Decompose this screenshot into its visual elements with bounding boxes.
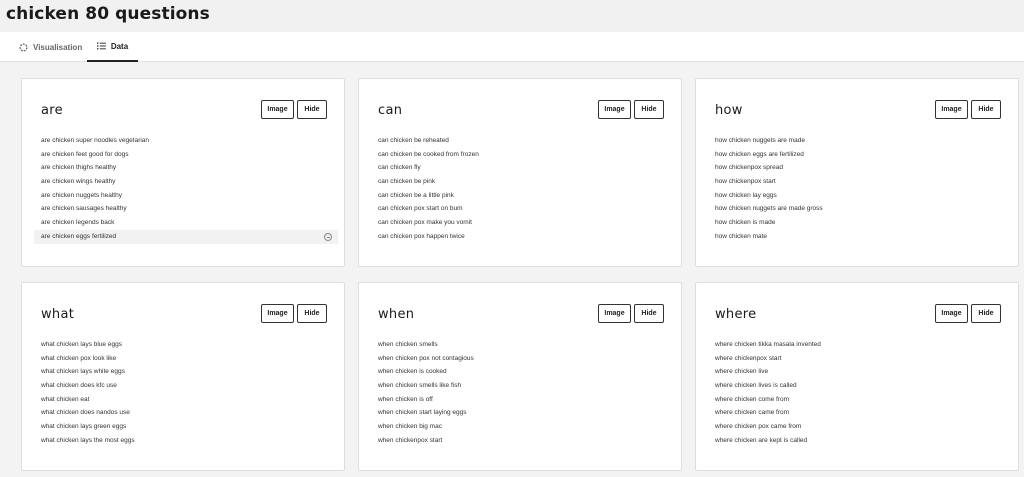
list-item[interactable]: when chicken smells [378, 338, 678, 352]
list-item[interactable]: where chicken tikka masala invented [715, 338, 1015, 352]
list-item[interactable]: can chicken be pink [378, 175, 678, 189]
list-item[interactable]: are chicken legends back [41, 216, 341, 230]
list-item[interactable]: how chicken mate [715, 230, 1015, 244]
list-item[interactable]: where chicken came from [715, 406, 1015, 420]
card-what: what Image Hide what chicken lays blue e… [21, 282, 345, 471]
list-item[interactable]: what chicken lays the most eggs [41, 434, 341, 448]
tab-visualisation-label: Visualisation [33, 42, 83, 52]
list-item-hovered[interactable]: are chicken eggs fertilized [34, 229, 338, 244]
list-item[interactable]: what chicken does kfc use [41, 379, 341, 393]
list-item[interactable]: are chicken sausages healthy [41, 202, 341, 216]
question-list: can chicken be reheated can chicken be c… [378, 134, 678, 244]
list-item[interactable]: when chicken pox not contagious [378, 352, 678, 366]
card-how: how Image Hide how chicken nuggets are m… [695, 78, 1019, 267]
hide-button[interactable]: Hide [297, 304, 327, 323]
question-list: are chicken super noodles vegetarian are… [34, 134, 341, 244]
loading-circle-icon [19, 42, 28, 52]
image-button[interactable]: Image [598, 304, 631, 323]
hide-button[interactable]: Hide [971, 304, 1001, 323]
list-item[interactable]: can chicken pox happen twice [378, 230, 678, 244]
card-are: are Image Hide are chicken super noodles… [21, 78, 345, 267]
list-item[interactable]: when chickenpox start [378, 434, 678, 448]
list-item[interactable]: how chicken nuggets are made gross [715, 202, 1015, 216]
list-item[interactable]: what chicken lays green eggs [41, 420, 341, 434]
page-title: chicken 80 questions [6, 4, 210, 24]
minus-circle-icon[interactable] [324, 232, 332, 241]
list-item[interactable]: what chicken lays blue eggs [41, 338, 341, 352]
list-item[interactable]: how chickenpox start [715, 175, 1015, 189]
list-item[interactable]: can chicken be cooked from frozen [378, 148, 678, 162]
list-item[interactable]: when chicken is off [378, 393, 678, 407]
image-button[interactable]: Image [935, 304, 968, 323]
list-item[interactable]: can chicken fly [378, 161, 678, 175]
hide-button[interactable]: Hide [971, 100, 1001, 119]
list-item[interactable]: where chicken come from [715, 393, 1015, 407]
card-title: where [715, 307, 757, 322]
card-title: can [378, 103, 403, 118]
list-item[interactable]: when chicken is cooked [378, 365, 678, 379]
tab-visualisation[interactable]: Visualisation [19, 32, 82, 62]
list-item[interactable]: what chicken lays white eggs [41, 365, 341, 379]
question-list: how chicken nuggets are made how chicken… [715, 134, 1015, 244]
list-item[interactable]: what chicken eat [41, 393, 341, 407]
list-item[interactable]: when chicken smells like fish [378, 379, 678, 393]
list-item[interactable]: are chicken super noodles vegetarian [41, 134, 341, 148]
tab-bar: Visualisation Data [0, 32, 1024, 62]
list-item[interactable]: where chickenpox start [715, 352, 1015, 366]
card-where: where Image Hide where chicken tikka mas… [695, 282, 1019, 471]
question-list: what chicken lays blue eggs what chicken… [41, 338, 341, 448]
list-item[interactable]: how chicken eggs are fertilized [715, 148, 1015, 162]
list-item[interactable]: can chicken pox start on bum [378, 202, 678, 216]
tab-data-label: Data [110, 41, 129, 51]
list-item[interactable]: when chicken big mac [378, 420, 678, 434]
list-item[interactable]: can chicken pox make you vomit [378, 216, 678, 230]
list-item[interactable]: can chicken be reheated [378, 134, 678, 148]
tab-data[interactable]: Data [87, 32, 138, 62]
list-item[interactable]: where chicken live [715, 365, 1015, 379]
hide-button[interactable]: Hide [297, 100, 327, 119]
card-title: how [715, 103, 743, 118]
card-can: can Image Hide can chicken be reheated c… [358, 78, 682, 267]
list-item[interactable]: where chicken pox came from [715, 420, 1015, 434]
image-button[interactable]: Image [261, 304, 294, 323]
list-item-label: are chicken eggs fertilized [41, 232, 117, 240]
list-item[interactable]: are chicken nuggets healthy [41, 189, 341, 203]
list-item[interactable]: what chicken pox look like [41, 352, 341, 366]
question-list: when chicken smells when chicken pox not… [378, 338, 678, 448]
list-item[interactable]: are chicken wings healthy [41, 175, 341, 189]
image-button[interactable]: Image [598, 100, 631, 119]
list-item[interactable]: how chicken lay eggs [715, 189, 1015, 203]
list-item[interactable]: are chicken feet good for dogs [41, 148, 341, 162]
image-button[interactable]: Image [261, 100, 294, 119]
list-item[interactable]: can chicken be a little pink [378, 189, 678, 203]
image-button[interactable]: Image [935, 100, 968, 119]
hide-button[interactable]: Hide [634, 304, 664, 323]
list-item[interactable]: what chicken does nandos use [41, 406, 341, 420]
list-icon [96, 42, 106, 50]
list-item[interactable]: where chicken lives is called [715, 379, 1015, 393]
card-when: when Image Hide when chicken smells when… [358, 282, 682, 471]
list-item[interactable]: how chickenpox spread [715, 161, 1015, 175]
card-title: are [41, 103, 63, 118]
card-title: when [378, 307, 415, 322]
list-item[interactable]: when chicken start laying eggs [378, 406, 678, 420]
hide-button[interactable]: Hide [634, 100, 664, 119]
list-item[interactable]: are chicken thighs healthy [41, 161, 341, 175]
list-item[interactable]: how chicken nuggets are made [715, 134, 1015, 148]
question-list: where chicken tikka masala invented wher… [715, 338, 1015, 448]
list-item[interactable]: where chicken are kept is called [715, 434, 1015, 448]
card-title: what [41, 307, 75, 322]
list-item[interactable]: how chicken is made [715, 216, 1015, 230]
